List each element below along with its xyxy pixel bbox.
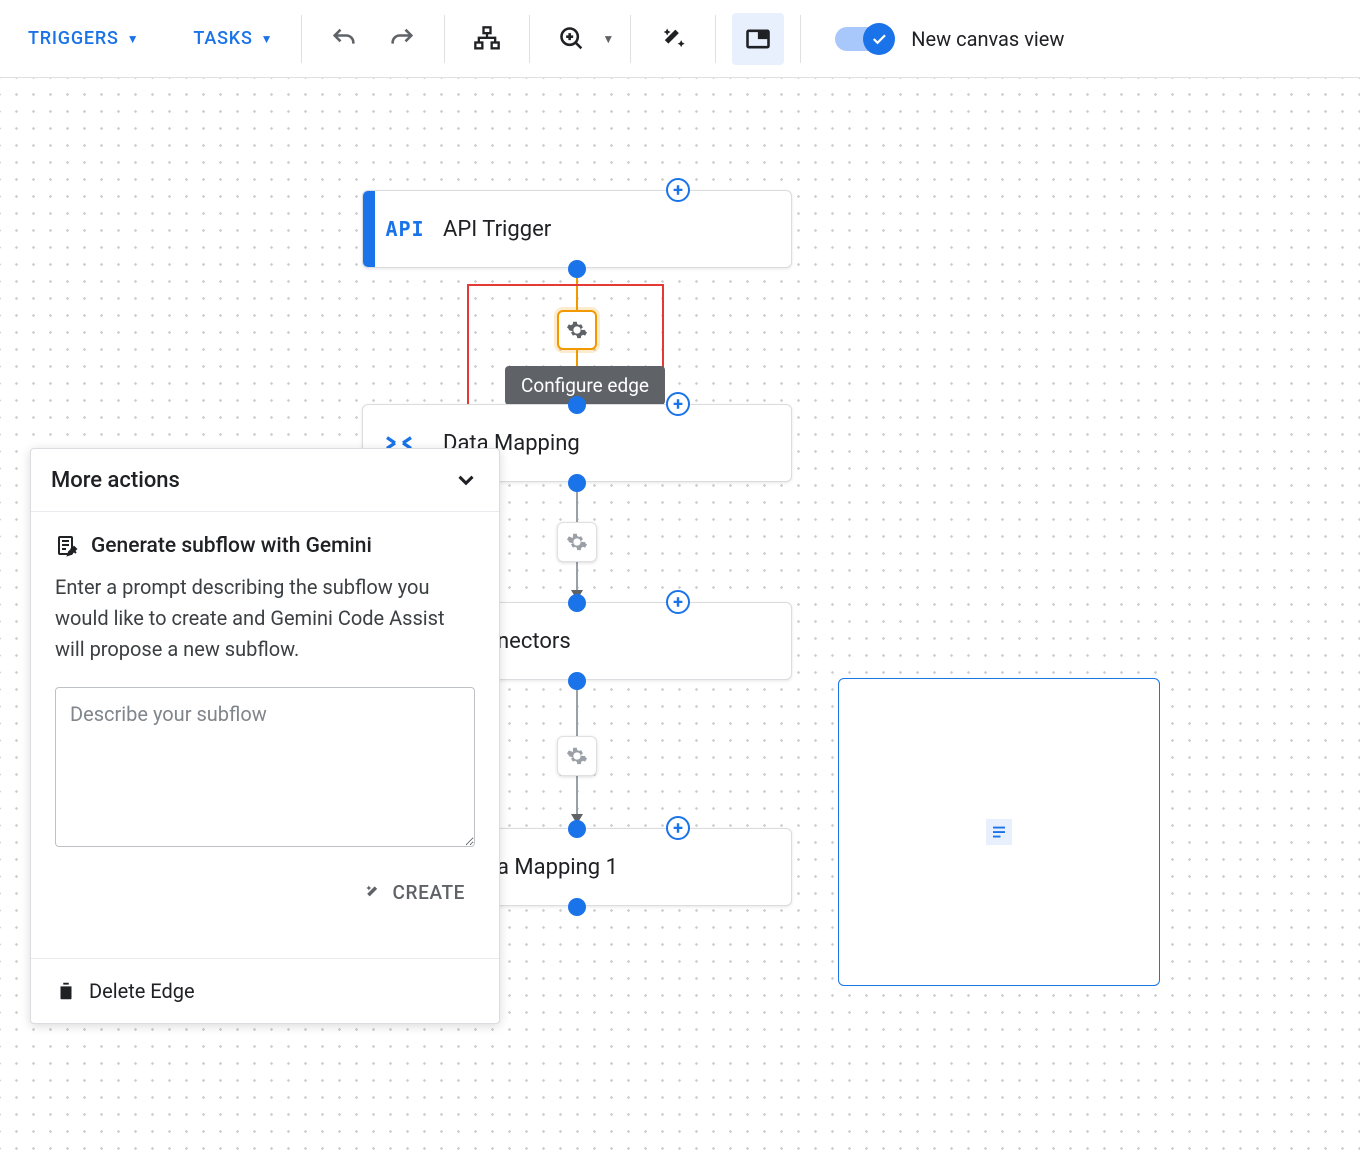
- api-icon: API: [375, 217, 435, 241]
- layout-button[interactable]: [461, 13, 513, 65]
- panel-section: Generate subflow with Gemini Enter a pro…: [31, 512, 499, 932]
- divider: [301, 15, 302, 63]
- triggers-dropdown[interactable]: TRIGGERS ▼: [16, 20, 151, 57]
- toggle-label: New canvas view: [911, 27, 1064, 51]
- gemini-title: Generate subflow with Gemini: [91, 534, 372, 558]
- node-accent: [363, 191, 375, 267]
- divider: [444, 15, 445, 63]
- magic-wand-icon: [363, 883, 383, 903]
- connector-dot[interactable]: [568, 474, 586, 492]
- connector-dot[interactable]: [568, 820, 586, 838]
- toolbar: TRIGGERS ▼ TASKS ▼ ▼ New canvas view: [0, 0, 1360, 78]
- redo-button[interactable]: [376, 13, 428, 65]
- add-before-button[interactable]: +: [666, 816, 690, 840]
- create-label: CREATE: [393, 881, 465, 904]
- add-before-button[interactable]: +: [666, 590, 690, 614]
- document-edit-icon: [55, 534, 79, 558]
- canvas-view-toggle[interactable]: [835, 27, 891, 51]
- minimap-panel[interactable]: [838, 678, 1160, 986]
- connector-dot[interactable]: [568, 672, 586, 690]
- configure-edge-tooltip: Configure edge: [505, 366, 665, 405]
- gemini-description: Enter a prompt describing the subflow yo…: [55, 572, 475, 665]
- add-before-button[interactable]: +: [666, 392, 690, 416]
- caret-down-icon[interactable]: ▼: [602, 32, 614, 46]
- trash-icon: [55, 980, 77, 1002]
- divider: [715, 15, 716, 63]
- caret-down-icon: ▼: [261, 32, 274, 46]
- configure-edge-button[interactable]: [557, 522, 597, 562]
- panel-title: More actions: [51, 468, 180, 493]
- node-label: nectors: [497, 629, 571, 654]
- delete-label: Delete Edge: [89, 979, 195, 1003]
- subflow-prompt-input[interactable]: [55, 687, 475, 847]
- magic-wand-button[interactable]: [647, 13, 699, 65]
- tasks-label: TASKS: [193, 28, 252, 49]
- gemini-heading: Generate subflow with Gemini: [55, 534, 475, 558]
- divider: [800, 15, 801, 63]
- minimap-icon: [986, 819, 1012, 845]
- toggle-knob: [863, 23, 895, 55]
- triggers-label: TRIGGERS: [28, 28, 119, 49]
- connector-dot[interactable]: [568, 260, 586, 278]
- tasks-dropdown[interactable]: TASKS ▼: [181, 20, 285, 57]
- add-before-button[interactable]: +: [666, 178, 690, 202]
- create-button[interactable]: CREATE: [353, 873, 475, 912]
- chevron-down-icon: [453, 467, 479, 493]
- connector-dot[interactable]: [568, 594, 586, 612]
- connector-dot[interactable]: [568, 898, 586, 916]
- divider: [529, 15, 530, 63]
- node-api-trigger[interactable]: API API Trigger: [362, 190, 792, 268]
- minimap-button[interactable]: [732, 13, 784, 65]
- divider: [630, 15, 631, 63]
- zoom-in-button[interactable]: [546, 13, 598, 65]
- more-actions-panel: More actions Generate subflow with Gemin…: [30, 448, 500, 1024]
- configure-edge-button[interactable]: [557, 736, 597, 776]
- panel-header[interactable]: More actions: [31, 449, 499, 512]
- node-label: a Mapping 1: [497, 855, 618, 880]
- undo-button[interactable]: [318, 13, 370, 65]
- connector-dot[interactable]: [568, 396, 586, 414]
- configure-edge-button[interactable]: [557, 310, 597, 350]
- delete-edge-button[interactable]: Delete Edge: [31, 958, 499, 1023]
- node-label: API Trigger: [435, 217, 551, 242]
- caret-down-icon: ▼: [127, 32, 140, 46]
- canvas[interactable]: API API Trigger + Configure edge Data Ma…: [0, 78, 1360, 1160]
- zoom-group: ▼: [546, 13, 614, 65]
